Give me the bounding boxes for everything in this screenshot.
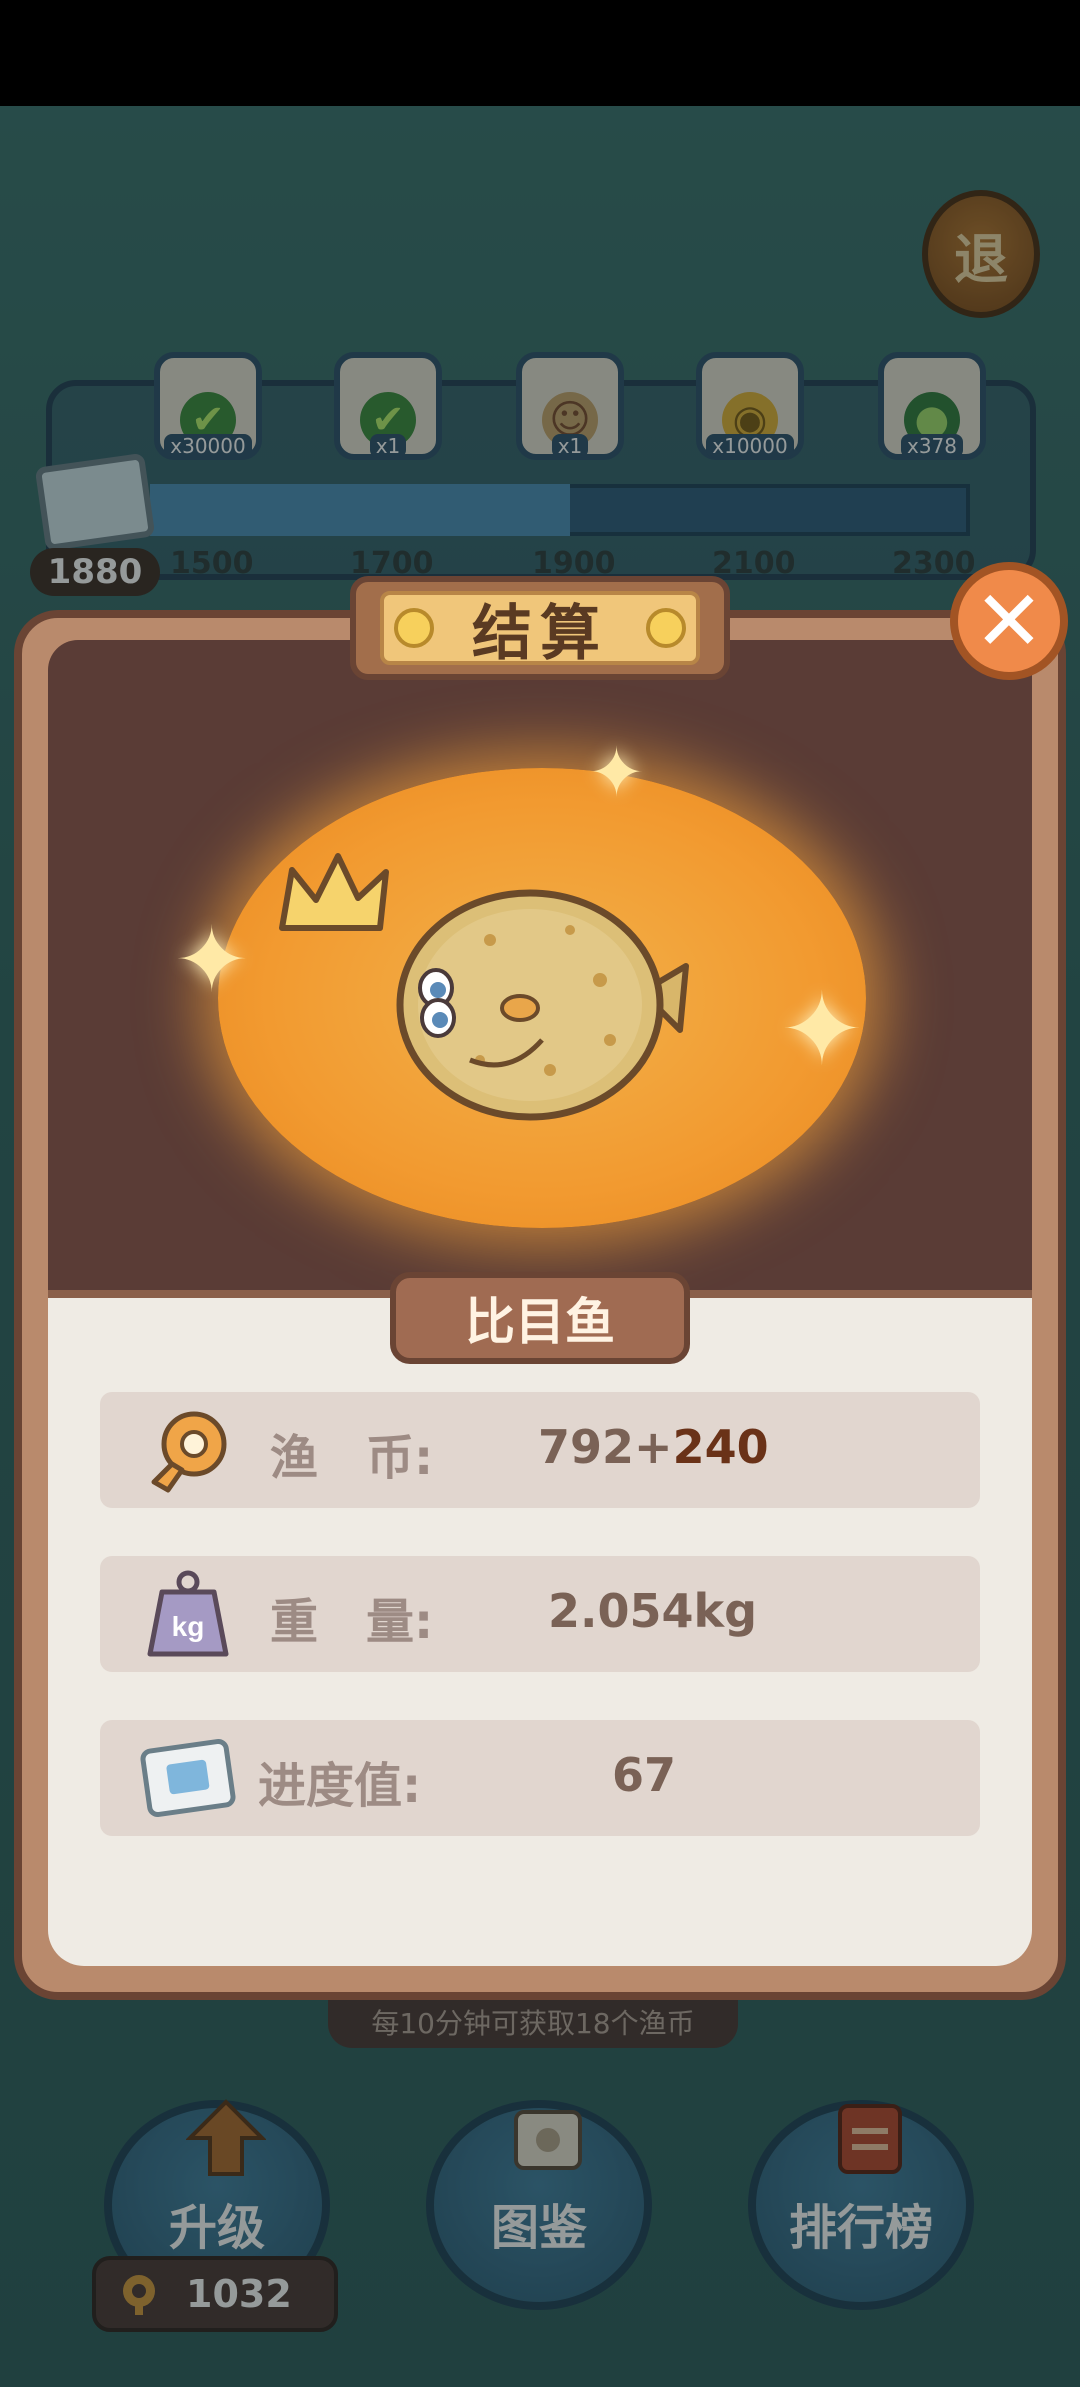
sparkle-icon: ✦ — [174, 908, 250, 1013]
progress-ticket-icon — [140, 1739, 236, 1817]
coin-ornament-icon — [394, 608, 434, 648]
modal-title: 结算 — [472, 598, 608, 669]
stat-row-weight: kg 重 量: 2.054kg — [100, 1556, 980, 1672]
svg-text:kg: kg — [172, 1611, 205, 1642]
coin-earned-value: 792+240 — [538, 1420, 769, 1474]
close-button[interactable]: ✕ — [950, 562, 1068, 680]
weight-kg-icon: kg — [147, 1570, 229, 1657]
fish-coin-icon — [151, 1411, 227, 1493]
fish-name-plate: 比目鱼 — [390, 1272, 690, 1364]
fish-name: 比目鱼 — [465, 1293, 615, 1351]
modal-title-plate: 结算 — [350, 576, 730, 680]
progress-value: 67 — [612, 1748, 677, 1802]
sparkle-icon: ✦ — [588, 734, 645, 813]
coin-ornament-icon — [646, 608, 686, 648]
crown-icon — [279, 853, 389, 931]
stat-row-progress: 进度值: 67 — [100, 1720, 980, 1836]
flounder-fish-icon — [396, 889, 689, 1121]
weight-value: 2.054kg — [548, 1584, 758, 1638]
close-icon: ✕ — [973, 572, 1045, 670]
status-bar — [0, 0, 1080, 106]
stat-row-coins: 渔 币: 792+240 — [100, 1392, 980, 1508]
sparkle-icon: ✦ — [780, 971, 864, 1088]
